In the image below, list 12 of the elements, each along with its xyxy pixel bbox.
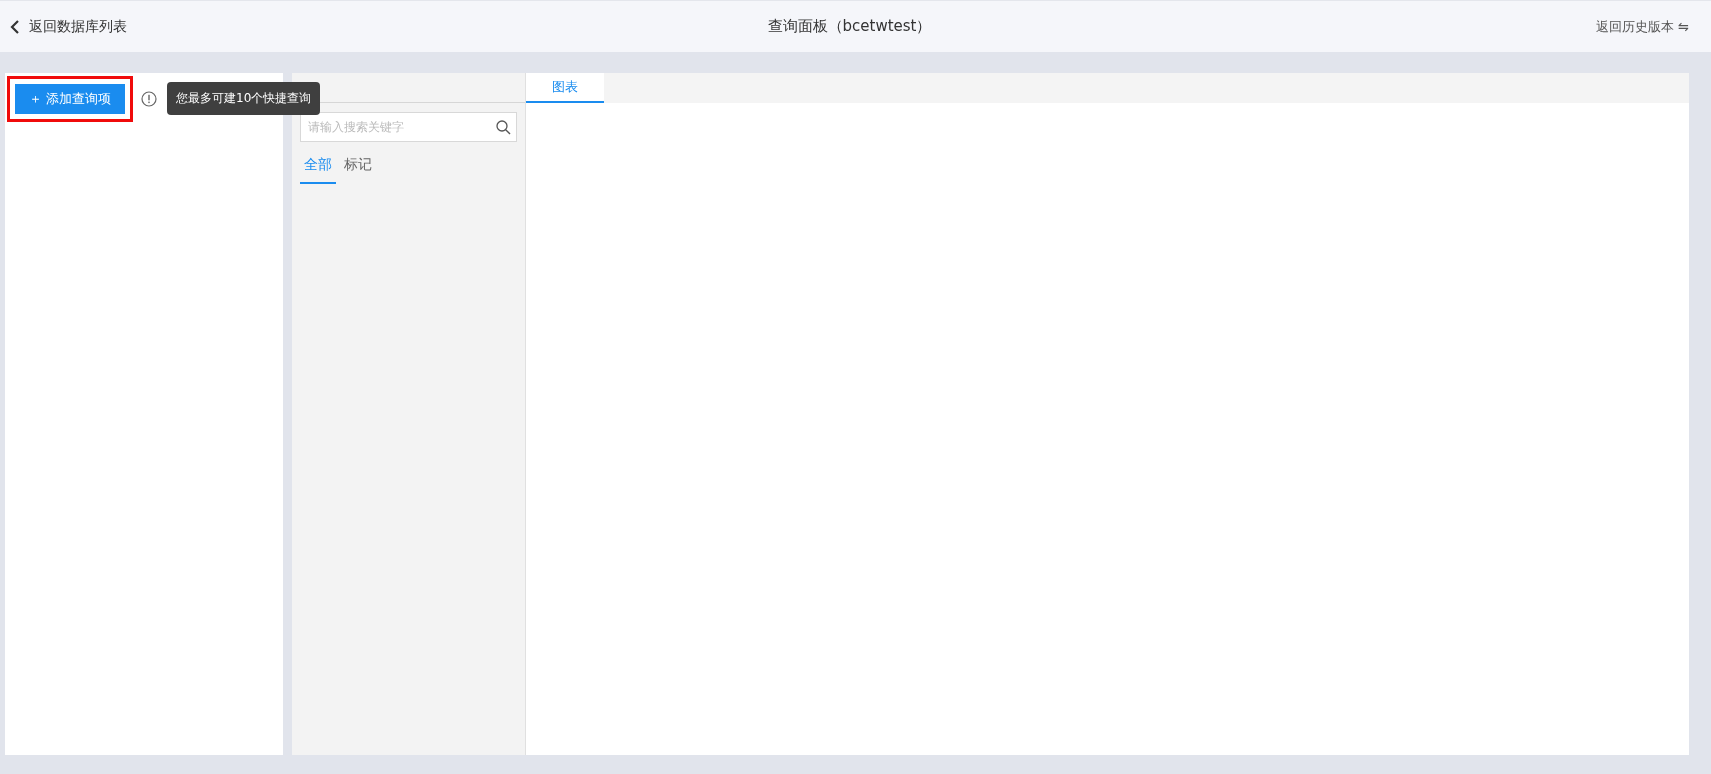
add-query-button[interactable]: ＋ 添加查询项 [15, 84, 125, 114]
chart-tab[interactable]: 图表 [526, 73, 604, 103]
info-icon [141, 91, 157, 107]
chevron-left-icon [10, 19, 20, 34]
back-link[interactable]: 返回数据库列表 [10, 17, 127, 36]
tooltip: 您最多可建10个快捷查询 [167, 82, 321, 115]
filter-tab[interactable]: 标记 [340, 156, 376, 184]
search-icon [496, 120, 511, 135]
search-field[interactable]: 请输入搜索关键字 [300, 112, 517, 142]
page-title: 查询面板（bcetwtest） [767, 17, 932, 36]
filter-tab[interactable]: 全部 [300, 156, 336, 184]
history-link[interactable]: 返回历史版本 ⇋ [1595, 17, 1689, 36]
